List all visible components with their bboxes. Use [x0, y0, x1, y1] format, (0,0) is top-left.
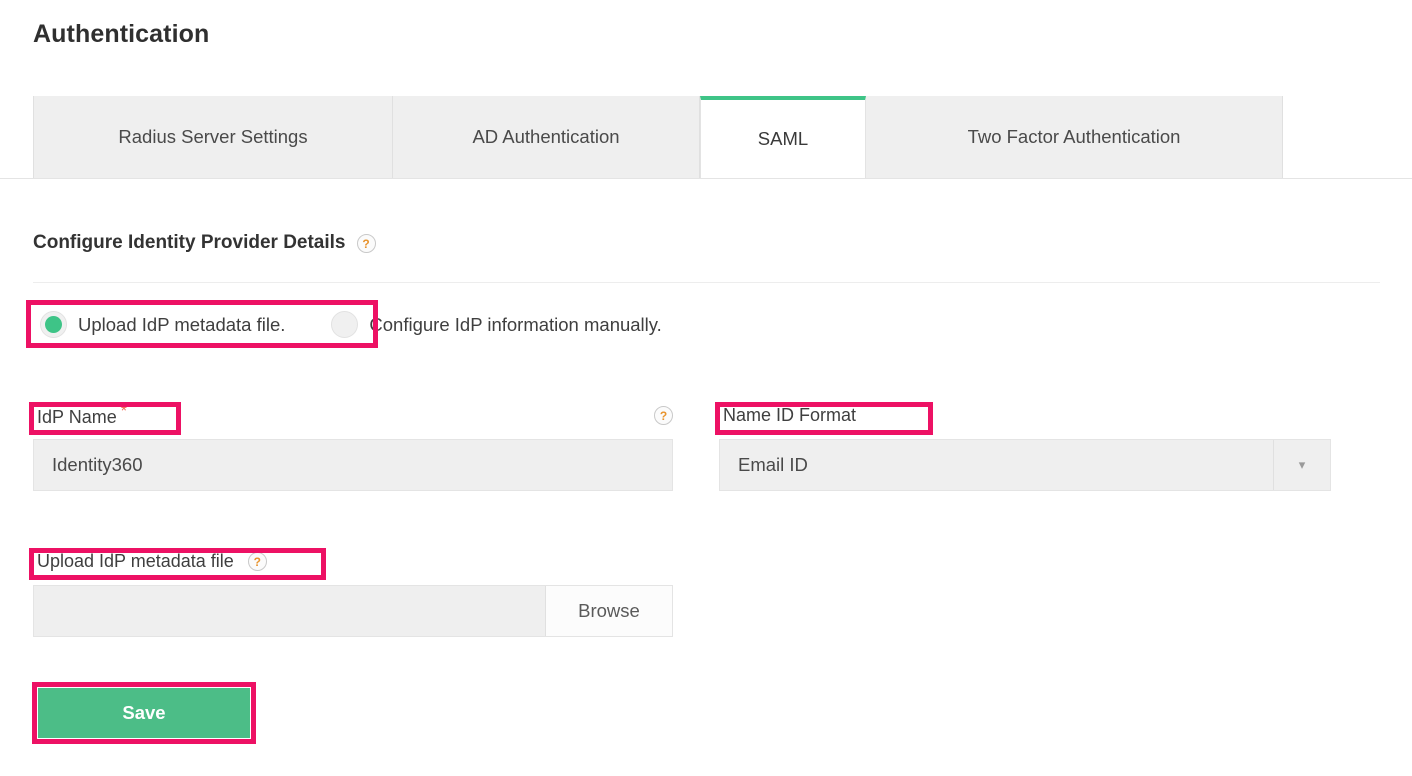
radio-label: Configure IdP information manually.	[369, 314, 661, 336]
file-name-input[interactable]	[34, 586, 545, 636]
radio-option-upload-metadata[interactable]: Upload IdP metadata file.	[33, 305, 295, 344]
tab-bar: Radius Server Settings AD Authentication…	[33, 96, 1283, 178]
tab-label: Two Factor Authentication	[968, 126, 1181, 148]
idp-name-help-icon[interactable]: ?	[654, 406, 673, 425]
radio-option-manual-config[interactable]: Configure IdP information manually.	[331, 311, 661, 338]
radio-unselected-icon[interactable]	[331, 311, 358, 338]
idp-name-input[interactable]: Identity360	[33, 439, 673, 491]
file-upload-control: Browse	[33, 585, 673, 637]
field-upload-metadata: Upload IdP metadata file ? Browse	[33, 548, 673, 637]
idp-name-label: IdP Name*	[33, 402, 130, 430]
name-id-format-select[interactable]: Email ID ▾	[719, 439, 1331, 491]
tab-label: SAML	[758, 128, 808, 150]
section-heading-text: Configure Identity Provider Details	[33, 232, 346, 254]
tab-bar-underline	[0, 178, 1412, 179]
tab-label: AD Authentication	[472, 126, 619, 148]
section-header: Configure Identity Provider Details ?	[33, 232, 376, 254]
tab-label: Radius Server Settings	[118, 126, 307, 148]
radio-label: Upload IdP metadata file.	[78, 314, 285, 336]
radio-selected-icon[interactable]	[40, 311, 67, 338]
field-name-id-format: Name ID Format Email ID ▾	[719, 402, 1331, 491]
section-divider	[33, 282, 1380, 283]
name-id-format-selected-value: Email ID	[720, 440, 1273, 490]
tab-ad-authentication[interactable]: AD Authentication	[393, 96, 700, 178]
idp-config-mode-radio-group: Upload IdP metadata file. Configure IdP …	[33, 305, 662, 344]
help-question-icon[interactable]: ?	[357, 234, 376, 253]
tab-saml[interactable]: SAML	[700, 96, 866, 178]
upload-metadata-label: Upload IdP metadata file	[33, 550, 237, 574]
name-id-format-label: Name ID Format	[719, 404, 859, 428]
page-title: Authentication	[33, 20, 209, 49]
save-button[interactable]: Save	[38, 688, 250, 738]
tab-radius-server-settings[interactable]: Radius Server Settings	[33, 96, 393, 178]
upload-metadata-help-icon[interactable]: ?	[248, 552, 267, 571]
tab-two-factor-authentication[interactable]: Two Factor Authentication	[866, 96, 1283, 178]
chevron-down-icon[interactable]: ▾	[1273, 440, 1330, 490]
browse-button[interactable]: Browse	[545, 586, 672, 636]
required-asterisk: *	[121, 403, 127, 420]
field-idp-name: IdP Name* ? Identity360	[33, 402, 673, 491]
